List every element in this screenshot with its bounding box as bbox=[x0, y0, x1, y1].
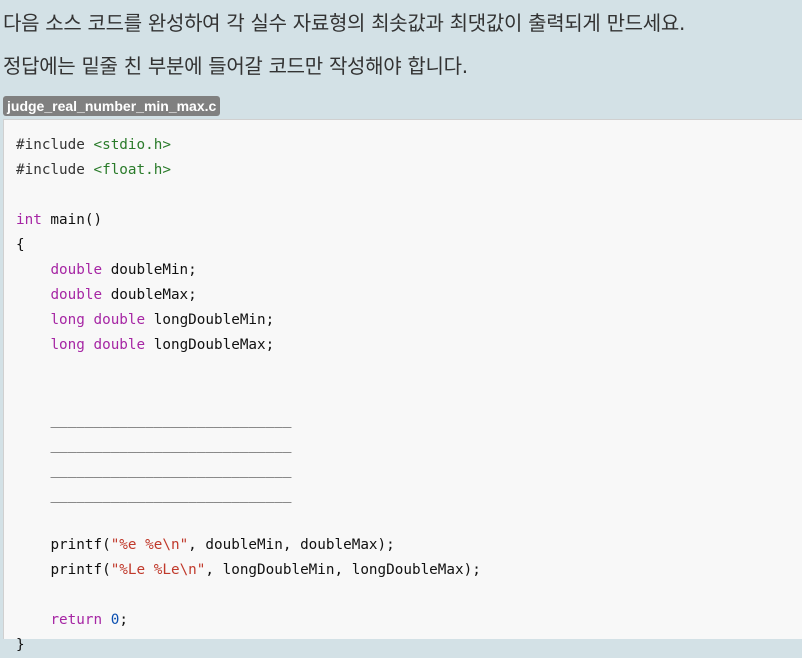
format-string: "%Le %Le\n" bbox=[110, 562, 206, 578]
instruction-line-1: 다음 소스 코드를 완성하여 각 실수 자료형의 최솟값과 최댓값이 출력되게 … bbox=[3, 11, 686, 35]
format-string: "%e %e\n" bbox=[110, 537, 189, 553]
printf-call: printf( bbox=[50, 562, 111, 578]
printf-args: , longDoubleMin, longDoubleMax); bbox=[205, 562, 481, 578]
decl-type: double bbox=[93, 312, 146, 328]
decl-type: double bbox=[50, 262, 103, 278]
decl-type: double bbox=[50, 287, 103, 303]
blank-line-2: ____________________________ bbox=[50, 437, 292, 453]
decl-name: doubleMin; bbox=[102, 262, 197, 278]
code-block: #include <stdio.h> #include <float.h> in… bbox=[3, 119, 802, 653]
printf-call: printf( bbox=[50, 537, 111, 553]
blank-line-1: ____________________________ bbox=[50, 412, 292, 428]
include-header: <float.h> bbox=[93, 162, 171, 178]
printf-args: , doubleMin, doubleMax); bbox=[188, 537, 395, 553]
blank-line-3: ____________________________ bbox=[50, 462, 292, 478]
instruction-line-2: 정답에는 밑줄 친 부분에 들어갈 코드만 작성해야 합니다. bbox=[3, 54, 468, 78]
main-return-type: int bbox=[16, 212, 42, 228]
decl-type: long bbox=[50, 337, 85, 353]
semicolon: ; bbox=[119, 612, 128, 628]
decl-name: longDoubleMax; bbox=[145, 337, 275, 353]
decl-name: longDoubleMin; bbox=[145, 312, 275, 328]
code-listing: #include <stdio.h> #include <float.h> in… bbox=[16, 133, 481, 658]
return-keyword: return bbox=[50, 612, 103, 628]
decl-type: long bbox=[50, 312, 85, 328]
close-brace: } bbox=[16, 637, 25, 653]
include-directive: #include bbox=[16, 162, 85, 178]
open-brace: { bbox=[16, 237, 25, 253]
decl-type: double bbox=[93, 337, 146, 353]
include-header: <stdio.h> bbox=[93, 137, 171, 153]
main-signature: main() bbox=[41, 212, 103, 228]
file-name-tab: judge_real_number_min_max.c bbox=[3, 96, 221, 116]
decl-name: doubleMax; bbox=[102, 287, 197, 303]
include-directive: #include bbox=[16, 137, 85, 153]
blank-line-4: ____________________________ bbox=[50, 487, 292, 503]
